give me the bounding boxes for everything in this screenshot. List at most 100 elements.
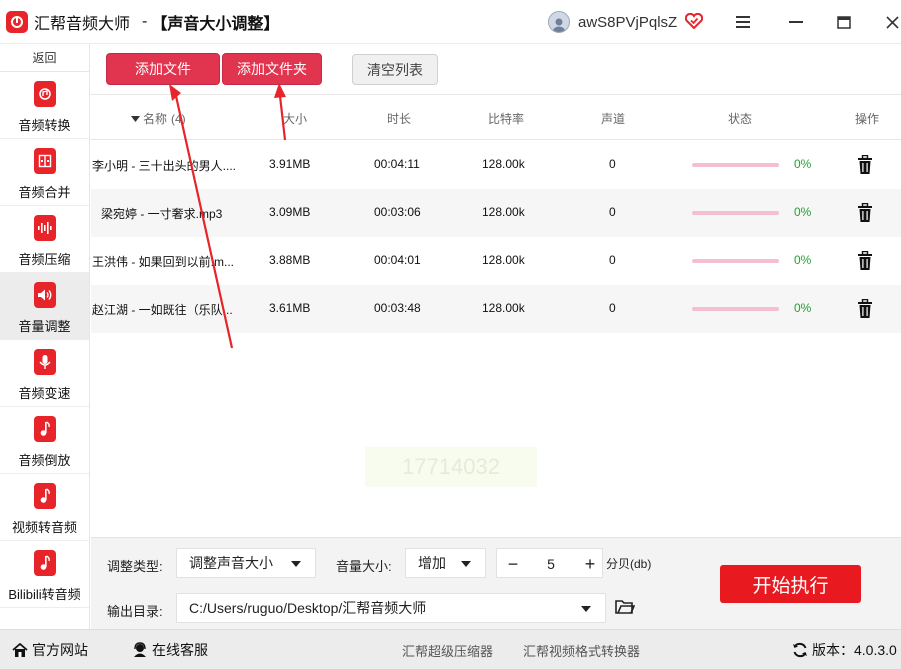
microphone-icon — [33, 349, 56, 375]
volume-increase-button[interactable]: + — [576, 549, 604, 579]
add-file-button[interactable]: 添加文件 — [106, 53, 220, 85]
customer-service-icon — [134, 642, 146, 657]
volume-value-input[interactable]: 5 — [527, 549, 575, 579]
progress-percent: 0% — [794, 301, 812, 315]
column-header-size: 大小 — [283, 112, 308, 126]
progress-bar — [692, 163, 779, 167]
close-icon[interactable] — [882, 12, 901, 32]
progress-percent: 0% — [794, 157, 812, 171]
trash-icon[interactable] — [857, 251, 873, 271]
sidebar-item-label: 视频转音频 — [11, 520, 77, 535]
file-duration: 00:03:48 — [374, 301, 421, 315]
maximize-icon[interactable] — [834, 12, 854, 32]
file-name: 王洪伟 - 如果回到以前.m... — [92, 255, 234, 269]
trash-icon[interactable] — [857, 299, 873, 319]
vip-heart-icon[interactable] — [685, 12, 704, 32]
title-separator: - — [142, 12, 148, 30]
table-row[interactable]: 赵江湖 - 一如既往（乐队... 3.61MB 00:03:48 128.00k… — [91, 285, 901, 333]
file-bitrate: 128.00k — [482, 253, 525, 267]
back-button[interactable]: 返回 — [0, 44, 89, 72]
sidebar-item-label: 音频压缩 — [18, 252, 71, 267]
output-dir-path: C:/Users/ruguo/Desktop/汇帮音频大师 — [189, 600, 427, 616]
table-row[interactable]: 梁宛婷 - 一寸奢求.mp3 3.09MB 00:03:06 128.00k 0… — [91, 189, 901, 237]
sidebar-item-label: 音频合并 — [18, 185, 71, 200]
file-size: 3.88MB — [269, 253, 311, 267]
sidebar-item-bilibili-to-audio[interactable]: Bilibili转音频 — [0, 541, 89, 608]
sort-down-icon — [131, 115, 140, 122]
file-table: 名称 (4) 大小 时长 比特率 声道 状态 操作 李小明 - 三十出头的男人.… — [91, 94, 901, 334]
sidebar-item-label: 音频变速 — [18, 386, 71, 401]
file-duration: 00:04:01 — [374, 253, 421, 267]
support-label: 在线客服 — [152, 642, 208, 658]
refresh-icon — [793, 642, 807, 658]
username[interactable]: awS8PVjPqlsZ — [578, 14, 677, 31]
volume-label: 音量大小: — [336, 559, 392, 574]
volume-icon — [33, 282, 56, 308]
file-channels: 0 — [609, 301, 616, 315]
unit-label: 分贝(db) — [606, 557, 652, 571]
column-header-name[interactable]: 名称 (4) — [131, 110, 186, 127]
sidebar-item-volume-adjust[interactable]: 音量调整 — [0, 273, 89, 340]
volume-mode-select[interactable]: 增加 — [405, 548, 486, 578]
minimize-icon[interactable] — [786, 12, 806, 32]
clear-list-button[interactable]: 清空列表 — [352, 54, 438, 85]
file-channels: 0 — [609, 157, 616, 171]
support-link[interactable]: 在线客服 — [132, 640, 208, 660]
start-button[interactable]: 开始执行 — [720, 565, 861, 603]
sidebar-item-label: 音量调整 — [18, 319, 71, 334]
sidebar-item-label: 音频转换 — [18, 118, 71, 133]
module-title: 【声音大小调整】 — [151, 15, 280, 33]
file-name: 赵江湖 - 一如既往（乐队... — [92, 303, 233, 317]
file-duration: 00:03:06 — [374, 205, 421, 219]
file-name: 李小明 - 三十出头的男人.... — [92, 159, 237, 173]
avatar[interactable] — [548, 11, 570, 33]
sidebar-item-label: Bilibili转音频 — [8, 587, 81, 602]
footer: 官方网站 在线客服 汇帮超级压缩器 汇帮视频格式转换器 版本： 4.0.3.0 — [0, 629, 901, 669]
audio-merge-icon — [33, 148, 56, 174]
adjust-type-select[interactable]: 调整声音大小 — [176, 548, 316, 578]
website-link[interactable]: 官方网站 — [12, 640, 88, 660]
volume-decrease-button[interactable]: − — [499, 549, 527, 579]
menu-icon[interactable] — [733, 12, 753, 32]
table-header: 名称 (4) 大小 时长 比特率 声道 状态 操作 — [91, 94, 901, 140]
sidebar-item-audio-reverse[interactable]: 音频倒放 — [0, 407, 89, 474]
chevron-down-icon — [291, 561, 301, 567]
trash-icon[interactable] — [857, 203, 873, 223]
compressor-link[interactable]: 汇帮超级压缩器 — [402, 641, 493, 660]
chevron-down-icon — [461, 561, 471, 567]
add-folder-button[interactable]: 添加文件夹 — [222, 53, 322, 85]
sidebar-item-audio-speed[interactable]: 音频变速 — [0, 340, 89, 407]
version-info[interactable]: 版本： 4.0.3.0 — [792, 640, 897, 660]
watermark: 17714032 — [365, 447, 537, 487]
output-dir-select[interactable]: C:/Users/ruguo/Desktop/汇帮音频大师 — [176, 593, 606, 623]
folder-icon[interactable] — [615, 599, 635, 615]
table-row[interactable]: 王洪伟 - 如果回到以前.m... 3.88MB 00:04:01 128.00… — [91, 237, 901, 285]
file-channels: 0 — [609, 253, 616, 267]
column-header-channels: 声道 — [601, 112, 626, 126]
version-value: 4.0.3.0 — [854, 642, 897, 658]
app-name: 汇帮音频大师 — [34, 15, 131, 33]
settings-panel: 调整类型: 调整声音大小 音量大小: 增加 − 5 + 分贝(db) 输出目录:… — [91, 537, 901, 629]
column-header-name-label: 名称 — [143, 112, 168, 126]
table-row[interactable]: 李小明 - 三十出头的男人.... 3.91MB 00:04:11 128.00… — [91, 141, 901, 189]
title-bar: 汇帮音频大师 - 【声音大小调整】 awS8PVjPqlsZ — [0, 0, 901, 44]
progress-bar — [692, 259, 779, 263]
adjust-type-label: 调整类型: — [107, 559, 163, 574]
video-converter-link[interactable]: 汇帮视频格式转换器 — [523, 641, 640, 660]
website-label: 官方网站 — [32, 642, 88, 658]
trash-icon[interactable] — [857, 155, 873, 175]
file-duration: 00:04:11 — [374, 157, 420, 171]
sidebar-item-audio-convert[interactable]: 音频转换 — [0, 72, 89, 139]
sidebar: 返回 音频转换 音频合并 音频压缩 音量调整 音频变速 音频倒放 视频转音频 B… — [0, 44, 90, 629]
column-header-action: 操作 — [855, 112, 880, 126]
app-logo-icon — [6, 10, 28, 33]
volume-mode-value: 增加 — [418, 555, 446, 571]
sidebar-item-audio-merge[interactable]: 音频合并 — [0, 139, 89, 206]
progress-percent: 0% — [794, 205, 812, 219]
user-account[interactable]: awS8PVjPqlsZ — [548, 11, 704, 33]
audio-convert-icon — [33, 81, 56, 107]
file-count: (4) — [171, 111, 186, 126]
file-bitrate: 128.00k — [482, 301, 525, 315]
sidebar-item-audio-compress[interactable]: 音频压缩 — [0, 206, 89, 273]
sidebar-item-video-to-audio[interactable]: 视频转音频 — [0, 474, 89, 541]
